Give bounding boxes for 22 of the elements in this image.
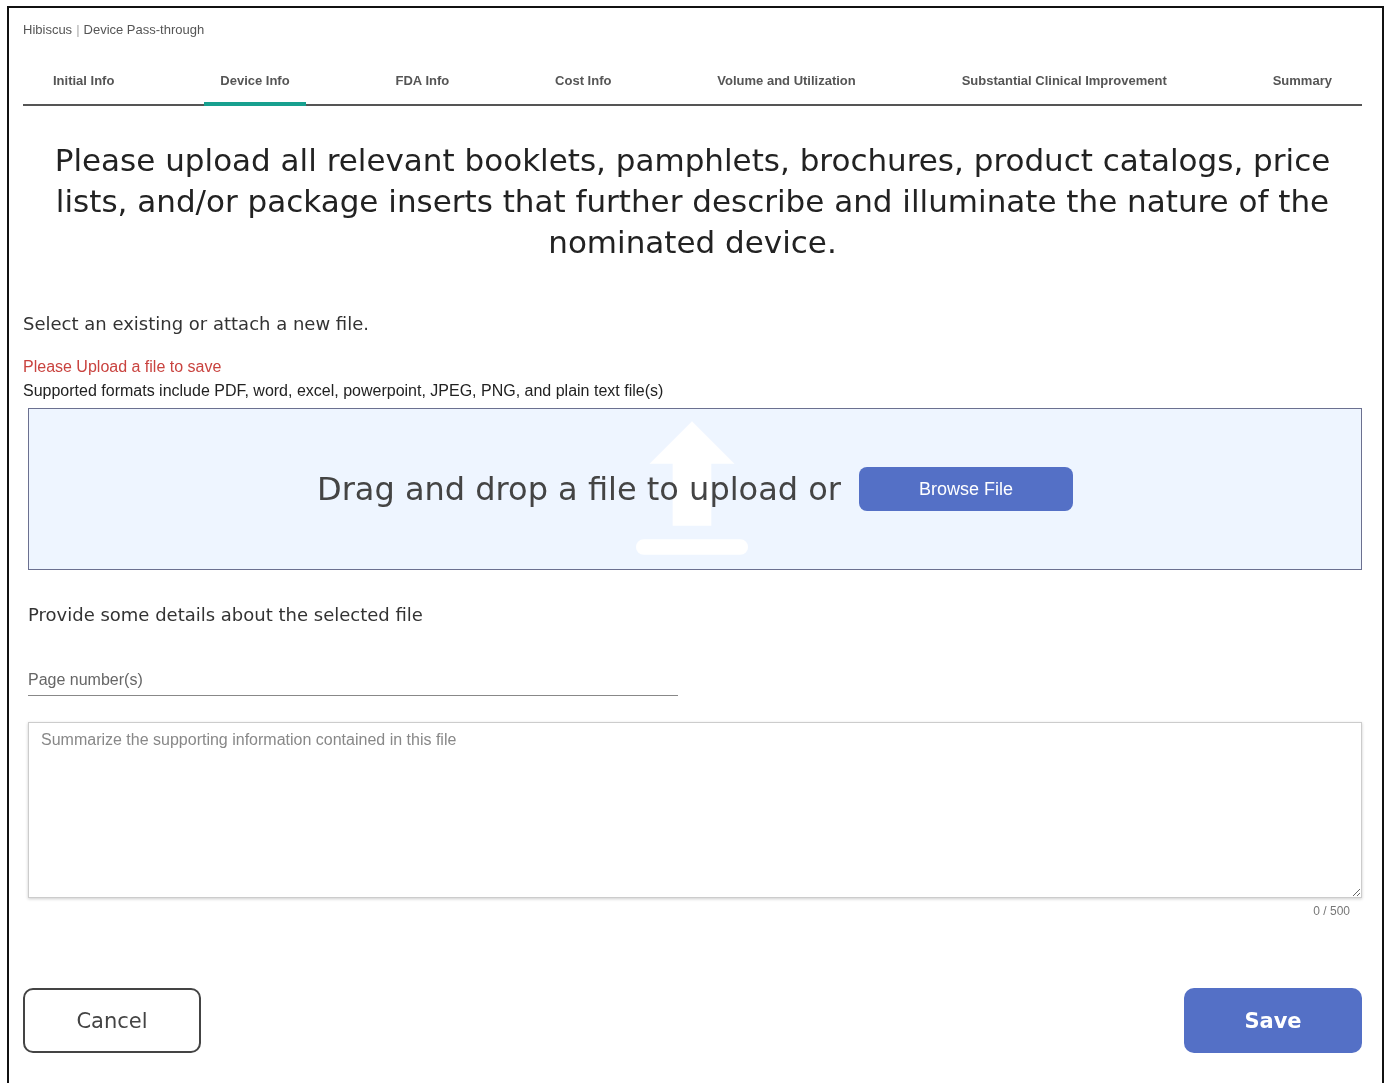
page-title: Device Pass-through <box>83 22 205 37</box>
save-button[interactable]: Save <box>1184 988 1362 1053</box>
character-counter: 0 / 500 <box>1313 904 1350 918</box>
summary-field[interactable]: Summarize the supporting information contained in this file <box>28 722 1362 898</box>
heading: Please upload all relevant booklets, pamphlets, brochures, product catalogs, price lists, and/or package inserts that further describe and illuminate the nature of the nominated device. <box>53 141 1332 262</box>
cancel-button[interactable]: Cancel <box>23 988 201 1053</box>
error-message: Please Upload a file to save <box>23 358 223 376</box>
instruction: Select an existing or attach a new file. <box>23 313 370 334</box>
tab[interactable]: FDA Info <box>379 65 466 106</box>
breadcrumb-separator: | <box>76 22 80 37</box>
drop-zone-text: Drag and drop a file to upload or <box>317 470 841 508</box>
tab[interactable]: Summary <box>1256 65 1348 106</box>
app-name: Hibiscus <box>23 22 73 37</box>
tab[interactable]: Initial Info <box>37 65 131 106</box>
details-label: Provide some details about the selected file <box>28 604 424 625</box>
tab[interactable]: Substantial Clinical Improvement <box>945 65 1183 106</box>
tab[interactable]: Cost Info <box>539 65 628 106</box>
drop-zone[interactable]: Drag and drop a file to upload or Browse File <box>28 408 1362 570</box>
tab[interactable]: Device Info <box>204 65 306 106</box>
tab[interactable]: Volume and Utilization <box>701 65 872 106</box>
formats-note: Supported formats include PDF, word, excel, powerpoint, JPEG, PNG, and plain text file(s) <box>23 382 665 400</box>
browse-file-button[interactable]: Browse File <box>859 467 1073 511</box>
